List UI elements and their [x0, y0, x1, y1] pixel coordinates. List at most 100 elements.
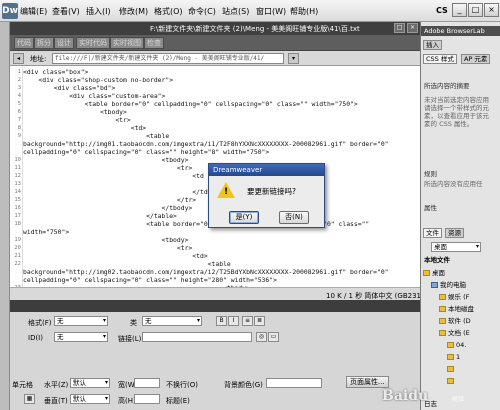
- summary-title: 所选内容的摘要: [424, 82, 470, 90]
- code-line[interactable]: background="http://img02.taobaocdn.com/i…: [23, 268, 415, 276]
- file-tree-item[interactable]: 我的电脑: [431, 280, 466, 290]
- inspect-button[interactable]: 检查: [144, 37, 164, 49]
- doc-restore-icon[interactable]: □: [394, 23, 405, 33]
- height-input[interactable]: [134, 394, 160, 404]
- line-number: 14: [14, 189, 21, 195]
- code-line[interactable]: <tr>: [23, 244, 415, 252]
- code-line[interactable]: <table border="0" cellpadding="0" cellsp…: [23, 100, 415, 108]
- rules-text: 所选内容没有应用任: [424, 180, 483, 188]
- file-tree-item[interactable]: [447, 364, 456, 374]
- line-number: 11: [14, 165, 21, 171]
- folder-icon: [447, 342, 454, 348]
- cell-label: 单元格: [12, 381, 33, 389]
- file-tree-item[interactable]: 1: [447, 352, 460, 362]
- code-line[interactable]: background="http://img01.taobaocdn.com/i…: [23, 140, 415, 148]
- line-number: 2: [17, 77, 21, 83]
- insert-tab[interactable]: 插入: [423, 40, 442, 50]
- code-line[interactable]: <div class="shop-custom no-border">: [23, 76, 415, 84]
- file-tree-item[interactable]: 文档 (E: [439, 328, 470, 338]
- split-view-button[interactable]: 拆分: [34, 37, 54, 49]
- assets-tab[interactable]: 资源: [445, 228, 464, 238]
- code-line[interactable]: <div class="custom-area">: [23, 92, 415, 100]
- code-line[interactable]: <tr>: [23, 116, 415, 124]
- code-line[interactable]: width="750">: [23, 228, 415, 236]
- folder-icon: [439, 306, 446, 312]
- code-line[interactable]: <tbody>: [23, 108, 415, 116]
- file-tree-label: 1: [456, 353, 461, 361]
- menu-commands[interactable]: 命令(C): [188, 6, 216, 17]
- design-view-button[interactable]: 设计: [54, 37, 74, 49]
- no-button[interactable]: 否(N): [279, 211, 309, 224]
- address-input[interactable]: file:///F|/新建文件夹/新建文件夹 (2)/Meng - 美美阁旺铺专…: [52, 53, 284, 64]
- format-label: 格式(F): [28, 319, 52, 327]
- vert-label: 垂直(T): [44, 397, 68, 405]
- file-tree-item[interactable]: 软件 (D: [439, 316, 471, 326]
- code-view-button[interactable]: 代码: [14, 37, 34, 49]
- italic-icon[interactable]: I: [228, 316, 239, 326]
- address-bar: ◂ 地址: file:///F|/新建文件夹/新建文件夹 (2)/Meng - …: [10, 51, 420, 66]
- menu-window[interactable]: 窗口(W): [256, 6, 286, 17]
- minimize-icon[interactable]: _: [452, 3, 467, 17]
- menu-edit[interactable]: 编辑(E): [20, 6, 47, 17]
- back-icon[interactable]: ◂: [13, 53, 24, 64]
- code-line[interactable]: <div class="box">: [23, 68, 415, 76]
- browserlab-header[interactable]: Adobe BrowserLab: [421, 26, 500, 36]
- file-tree-label: 我的电脑: [440, 281, 466, 289]
- browse-folder-icon[interactable]: ▭: [268, 332, 279, 342]
- file-tree-item[interactable]: 本地磁盘: [439, 304, 474, 314]
- bg-color-input[interactable]: [266, 378, 322, 388]
- link-input[interactable]: [142, 332, 252, 342]
- folder-icon: [439, 294, 446, 300]
- file-tree-item[interactable]: 娱乐 (F: [439, 292, 469, 302]
- code-line[interactable]: <div class="bd">: [23, 84, 415, 92]
- line-number: 16: [14, 205, 21, 211]
- menu-format[interactable]: 格式(O): [154, 6, 183, 17]
- doc-close-icon[interactable]: ×: [407, 23, 418, 33]
- class-select[interactable]: 无: [142, 316, 202, 326]
- vert-select[interactable]: 默认: [70, 394, 110, 404]
- maximize-icon[interactable]: □: [468, 3, 483, 17]
- format-select[interactable]: 无: [54, 316, 108, 326]
- menu-help[interactable]: 帮助(H): [290, 6, 318, 17]
- css-styles-tab[interactable]: CSS 样式: [423, 54, 457, 64]
- watermark-text: Baidu: [382, 388, 429, 404]
- line-number: 17: [14, 213, 21, 219]
- line-number: 19: [14, 237, 21, 243]
- code-line[interactable]: <tbody>: [23, 236, 415, 244]
- folder-icon: [447, 354, 454, 360]
- yes-button[interactable]: 是(Y): [229, 211, 259, 224]
- width-input[interactable]: [134, 378, 160, 388]
- code-line[interactable]: cellpadding="0" cellspacing="0" class=""…: [23, 148, 415, 156]
- bold-icon[interactable]: B: [216, 316, 227, 326]
- code-line[interactable]: <table: [23, 132, 415, 140]
- site-select[interactable]: 桌面: [431, 242, 481, 252]
- list-icon[interactable]: ≡: [242, 316, 253, 326]
- numbered-list-icon[interactable]: ≣: [254, 316, 265, 326]
- id-select[interactable]: 无: [54, 332, 108, 342]
- folder-icon: [447, 378, 454, 384]
- line-number: 9: [17, 133, 21, 139]
- line-number: 6: [17, 109, 21, 115]
- live-view-button[interactable]: 实时视图: [110, 37, 144, 49]
- code-line[interactable]: cellpadding="0" cellspacing="0" class=""…: [23, 276, 415, 284]
- code-line[interactable]: <table: [23, 260, 415, 268]
- file-tree-item[interactable]: [447, 376, 456, 386]
- horz-select[interactable]: 默认: [70, 378, 110, 388]
- ap-elements-tab[interactable]: AP 元素: [461, 54, 491, 64]
- menu-view[interactable]: 查看(V): [52, 6, 80, 17]
- address-menu-icon[interactable]: ▾: [288, 53, 299, 64]
- code-line[interactable]: <td>: [23, 124, 415, 132]
- live-code-button[interactable]: 实时代码: [76, 37, 110, 49]
- line-number: 15: [14, 197, 21, 203]
- menu-insert[interactable]: 插入(I): [86, 6, 111, 17]
- code-line[interactable]: <td>: [23, 252, 415, 260]
- file-tree-item[interactable]: 桌面: [423, 268, 445, 278]
- menu-site[interactable]: 站点(S): [222, 6, 249, 17]
- point-to-file-icon[interactable]: ◎: [256, 332, 267, 342]
- merge-cells-icon[interactable]: ▦: [24, 394, 35, 404]
- file-tree-item[interactable]: 04.: [447, 340, 466, 350]
- folder-icon: [439, 330, 446, 336]
- files-tab[interactable]: 文件: [423, 228, 442, 238]
- menu-modify[interactable]: 修改(M): [119, 6, 148, 17]
- close-icon[interactable]: ×: [484, 3, 499, 17]
